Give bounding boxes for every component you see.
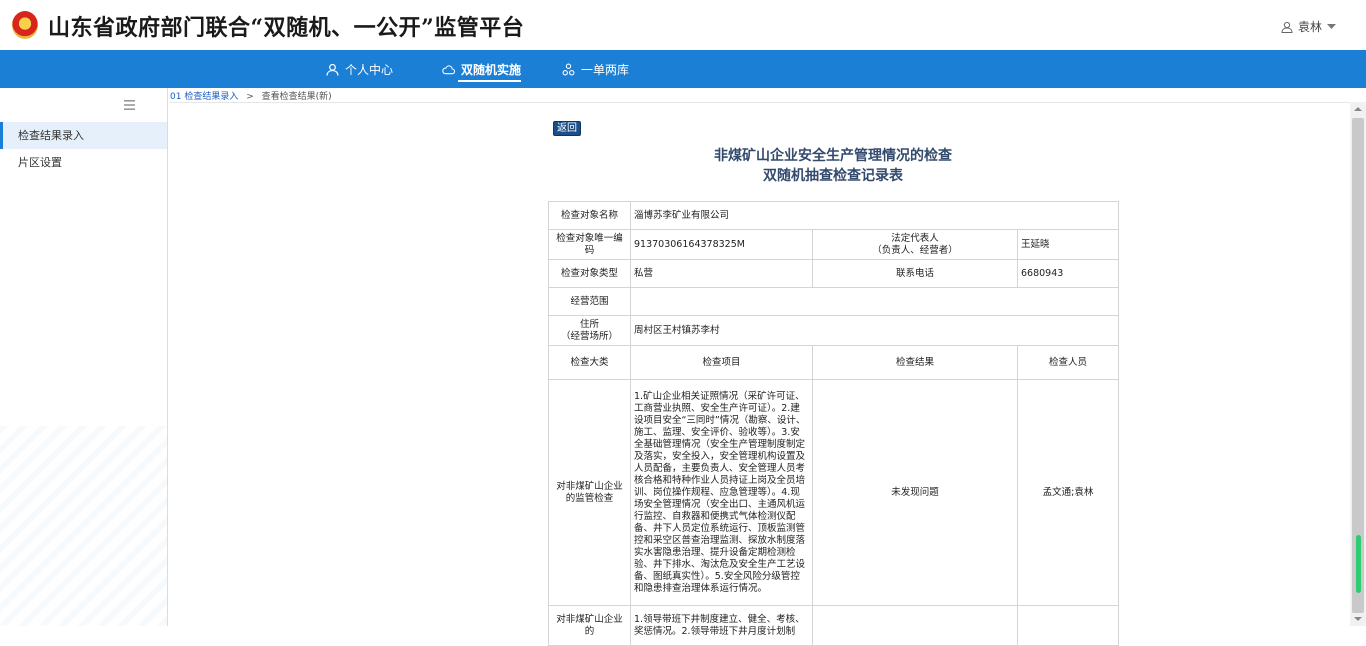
row-result: 未发现问题	[812, 379, 1018, 606]
nav-item-personal-center[interactable]: 个人中心	[326, 50, 393, 88]
header-inspectors: 检查人员	[1016, 345, 1120, 380]
row-inspectors: 孟文通;袁林	[1016, 379, 1120, 606]
breadcrumb-link[interactable]: 01 检查结果录入	[170, 92, 238, 102]
table-row: 检查对象名称 淄博苏李矿业有限公司	[548, 201, 1120, 230]
breadcrumb: 01 检查结果录入 > 查看检查结果(新)	[170, 89, 332, 102]
doc-title-line1: 非煤矿山企业安全生产管理情况的检查	[714, 148, 952, 164]
address-value: 周村区王村镇苏李村	[629, 315, 1120, 346]
legal-rep-label-line1: 法定代表人	[891, 232, 939, 244]
type-value: 私营	[630, 259, 813, 288]
breadcrumb-separator: >	[246, 92, 254, 102]
table-row: 对非煤矿山企业的监管检查 1.矿山企业相关证照情况（采矿许可证、工商营业执照、安…	[548, 379, 1120, 606]
phone-label: 联系电话	[812, 259, 1018, 288]
name-value: 淄博苏李矿业有限公司	[629, 201, 1120, 230]
table-row: 检查对象唯一编码 91370306164378325M 法定代表人 （负责人、经…	[548, 229, 1120, 260]
table-header-row: 检查大类 检查项目 检查结果 检查人员	[548, 345, 1120, 380]
user-icon	[1281, 21, 1293, 33]
row-items: 1.矿山企业相关证照情况（采矿许可证、工商营业执照、安全生产许可证）。2.建设项…	[630, 379, 813, 606]
name-label: 检查对象名称	[548, 201, 631, 230]
app-title: 山东省政府部门联合“双随机、一公开”监管平台	[48, 15, 525, 41]
table-row: 检查对象类型 私营 联系电话 6680943	[548, 259, 1120, 288]
address-label: 住所 （经营场所）	[548, 315, 631, 346]
breadcrumb-current: 查看检查结果(新)	[261, 92, 332, 102]
legal-rep-value: 王延晓	[1016, 229, 1120, 260]
cluster-icon	[562, 63, 575, 75]
app-header: 山东省政府部门联合“双随机、一公开”监管平台 袁林	[0, 0, 1366, 50]
scroll-up-arrow[interactable]	[1354, 107, 1362, 111]
caret-down-icon	[1327, 23, 1336, 29]
main-nav: 个人中心 双随机实施 一单两库	[0, 50, 1366, 88]
user-name: 袁林	[1297, 20, 1322, 34]
header-items: 检查项目	[630, 345, 813, 380]
table-row: 住所 （经营场所） 周村区王村镇苏李村	[548, 315, 1120, 346]
header-result: 检查结果	[812, 345, 1018, 380]
emblem-logo	[12, 11, 38, 39]
sidebar-decoration	[0, 426, 167, 626]
code-label: 检查对象唯一编码	[548, 229, 631, 260]
sidebar-item-area-settings[interactable]: 片区设置	[0, 149, 167, 176]
nav-item-double-random[interactable]: 双随机实施	[442, 50, 522, 88]
legal-rep-label: 法定代表人 （负责人、经营者）	[812, 229, 1018, 260]
code-value: 91370306164378325M	[630, 229, 813, 260]
scope-label: 经营范围	[548, 287, 631, 316]
doc-title-line2: 双随机抽查检查记录表	[763, 168, 903, 184]
nav-item-label: 个人中心	[345, 62, 394, 77]
nav-item-label: 一单两库	[581, 62, 630, 77]
cloud-icon	[442, 64, 455, 74]
scroll-down-arrow[interactable]	[1354, 617, 1362, 621]
menu-toggle-icon[interactable]	[124, 100, 135, 110]
back-button[interactable]: 返回	[553, 121, 581, 136]
header-category: 检查大类	[548, 345, 631, 380]
scope-value	[629, 287, 1120, 316]
type-label: 检查对象类型	[548, 259, 631, 288]
nav-item-one-list-two-libs[interactable]: 一单两库	[562, 50, 629, 88]
legal-rep-label-line2: （负责人、经营者）	[872, 244, 958, 256]
phone-value: 6680943	[1016, 259, 1120, 288]
user-icon	[326, 63, 339, 76]
sidebar: 检查结果录入 片区设置	[0, 88, 168, 626]
user-menu[interactable]: 袁林	[1281, 18, 1336, 35]
address-label-line1: 住所	[579, 318, 599, 330]
row-category: 对非煤矿山企业的监管检查	[548, 379, 631, 606]
record-table: 检查对象名称 淄博苏李矿业有限公司 检查对象唯一编码 9137030616437…	[548, 201, 1120, 646]
table-row: 经营范围	[548, 287, 1120, 316]
sidebar-item-result-entry[interactable]: 检查结果录入	[0, 122, 167, 149]
nav-item-label: 双随机实施	[461, 62, 522, 77]
address-label-line2: （经营场所）	[560, 330, 618, 342]
scroll-indicator	[1356, 535, 1361, 593]
